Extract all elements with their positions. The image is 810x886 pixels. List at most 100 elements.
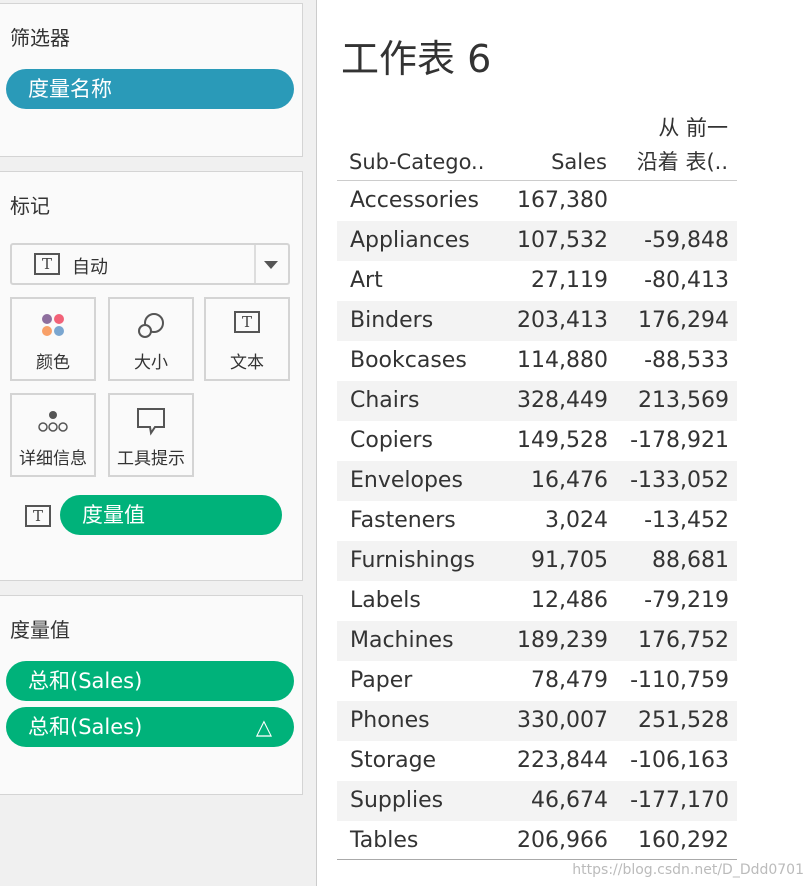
diff-cell: 176,294 bbox=[638, 308, 729, 333]
text-encoding-icon: T bbox=[25, 505, 51, 527]
header-sales[interactable]: Sales bbox=[551, 150, 607, 174]
header-diff-line1[interactable]: 从 前一 bbox=[658, 112, 728, 142]
text-pill-measure-values[interactable]: 度量值 bbox=[60, 495, 282, 535]
sub-category-cell: Envelopes bbox=[350, 468, 463, 493]
measure-pill-sum-sales[interactable]: 总和(Sales) bbox=[6, 661, 294, 701]
measure-pill-sum-sales-delta[interactable]: 总和(Sales) △ bbox=[6, 707, 294, 747]
table-row[interactable]: Art 27,119 -80,413 bbox=[337, 261, 737, 301]
text-icon-wrap: T bbox=[206, 311, 288, 341]
text-label: 文本 bbox=[230, 353, 264, 373]
sales-cell: 78,479 bbox=[531, 668, 608, 693]
detail-button[interactable]: 详细信息 bbox=[10, 393, 96, 477]
sales-cell: 46,674 bbox=[531, 788, 608, 813]
marks-card: 标记 T 自动 颜色 大小 T 文本 详细信息 工具提示 T 度量值 bbox=[0, 171, 303, 581]
diff-cell: -133,052 bbox=[630, 468, 729, 493]
sub-category-cell: Fasteners bbox=[350, 508, 456, 533]
sub-category-cell: Accessories bbox=[350, 188, 479, 213]
diff-cell: -79,219 bbox=[644, 588, 729, 613]
worksheet: 工作表 6 Sub-Catego.. Sales 从 前一 沿着 表(.. Ac… bbox=[316, 0, 810, 886]
detail-label: 详细信息 bbox=[19, 449, 87, 469]
delta-icon: △ bbox=[255, 715, 272, 739]
table-row[interactable]: Paper 78,479 -110,759 bbox=[337, 661, 737, 701]
diff-cell: -88,533 bbox=[644, 348, 729, 373]
table-row[interactable]: Furnishings 91,705 88,681 bbox=[337, 541, 737, 581]
color-label: 颜色 bbox=[36, 353, 70, 373]
sales-cell: 27,119 bbox=[531, 268, 608, 293]
measure-values-card: 度量值 总和(Sales) 总和(Sales) △ bbox=[0, 595, 303, 795]
table-row[interactable]: Fasteners 3,024 -13,452 bbox=[337, 501, 737, 541]
mark-type-value: 自动 bbox=[72, 257, 108, 278]
sub-category-cell: Bookcases bbox=[350, 348, 467, 373]
diff-cell: 251,528 bbox=[638, 708, 729, 733]
text-button[interactable]: T 文本 bbox=[204, 297, 290, 381]
size-circles-icon bbox=[110, 311, 192, 341]
table-row[interactable]: Supplies 46,674 -177,170 bbox=[337, 781, 737, 821]
marks-title: 标记 bbox=[10, 194, 50, 218]
diff-cell: -59,848 bbox=[644, 228, 729, 253]
sales-cell: 328,449 bbox=[517, 388, 608, 413]
size-button[interactable]: 大小 bbox=[108, 297, 194, 381]
text-mark-icon: T bbox=[34, 253, 60, 275]
sales-cell: 3,024 bbox=[545, 508, 608, 533]
tooltip-button[interactable]: 工具提示 bbox=[108, 393, 194, 477]
sub-category-cell: Tables bbox=[350, 828, 419, 853]
table-row[interactable]: Binders 203,413 176,294 bbox=[337, 301, 737, 341]
watermark: https://blog.csdn.net/D_Ddd0701 bbox=[572, 862, 804, 878]
diff-cell: 88,681 bbox=[652, 548, 729, 573]
sales-cell: 16,476 bbox=[531, 468, 608, 493]
sub-category-cell: Chairs bbox=[350, 388, 420, 413]
color-button[interactable]: 颜色 bbox=[10, 297, 96, 381]
text-icon: T bbox=[234, 311, 260, 333]
chevron-down-icon bbox=[264, 261, 278, 269]
table-row[interactable]: Machines 189,239 176,752 bbox=[337, 621, 737, 661]
sub-category-cell: Appliances bbox=[350, 228, 470, 253]
sub-category-cell: Storage bbox=[350, 748, 437, 773]
table-row[interactable]: Appliances 107,532 -59,848 bbox=[337, 221, 737, 261]
diff-cell: -177,170 bbox=[630, 788, 729, 813]
sub-category-cell: Machines bbox=[350, 628, 454, 653]
table-row[interactable]: Accessories 167,380 bbox=[337, 181, 737, 221]
table-row[interactable]: Chairs 328,449 213,569 bbox=[337, 381, 737, 421]
diff-cell: -13,452 bbox=[644, 508, 729, 533]
speech-bubble-icon bbox=[110, 407, 192, 437]
sub-category-cell: Art bbox=[350, 268, 383, 293]
mark-type-dropdown[interactable]: T 自动 bbox=[10, 243, 290, 285]
table-row[interactable]: Labels 12,486 -79,219 bbox=[337, 581, 737, 621]
table-row[interactable]: Envelopes 16,476 -133,052 bbox=[337, 461, 737, 501]
diff-cell: 176,752 bbox=[638, 628, 729, 653]
header-diff-line2[interactable]: 沿着 表(.. bbox=[637, 146, 728, 176]
measure-pill-label: 总和(Sales) bbox=[28, 715, 143, 739]
filter-pill-measure-names[interactable]: 度量名称 bbox=[6, 69, 294, 109]
sub-category-cell: Paper bbox=[350, 668, 413, 693]
diff-cell: -80,413 bbox=[644, 268, 729, 293]
sub-category-cell: Furnishings bbox=[350, 548, 475, 573]
filters-card: 筛选器 度量名称 bbox=[0, 3, 303, 157]
sales-cell: 223,844 bbox=[517, 748, 608, 773]
sales-cell: 167,380 bbox=[517, 188, 608, 213]
measure-values-title: 度量值 bbox=[10, 618, 70, 642]
sales-cell: 91,705 bbox=[531, 548, 608, 573]
table-row[interactable]: Phones 330,007 251,528 bbox=[337, 701, 737, 741]
color-dots-icon bbox=[12, 311, 94, 341]
table-row[interactable]: Bookcases 114,880 -88,533 bbox=[337, 341, 737, 381]
sub-category-cell: Binders bbox=[350, 308, 434, 333]
tooltip-label: 工具提示 bbox=[117, 449, 185, 469]
table-row[interactable]: Tables 206,966 160,292 bbox=[337, 821, 737, 861]
sub-category-cell: Labels bbox=[350, 588, 421, 613]
header-sub-category[interactable]: Sub-Catego.. bbox=[349, 150, 484, 174]
sales-cell: 189,239 bbox=[517, 628, 608, 653]
sales-cell: 203,413 bbox=[517, 308, 608, 333]
sales-cell: 330,007 bbox=[517, 708, 608, 733]
sales-cell: 107,532 bbox=[517, 228, 608, 253]
size-label: 大小 bbox=[134, 353, 168, 373]
sub-category-cell: Phones bbox=[350, 708, 430, 733]
table-row[interactable]: Storage 223,844 -106,163 bbox=[337, 741, 737, 781]
diff-cell: -106,163 bbox=[630, 748, 729, 773]
sales-cell: 206,966 bbox=[517, 828, 608, 853]
sales-cell: 114,880 bbox=[517, 348, 608, 373]
table-row[interactable]: Copiers 149,528 -178,921 bbox=[337, 421, 737, 461]
sales-cell: 149,528 bbox=[517, 428, 608, 453]
diff-cell: -110,759 bbox=[630, 668, 729, 693]
diff-cell: -178,921 bbox=[630, 428, 729, 453]
diff-cell: 213,569 bbox=[638, 388, 729, 413]
